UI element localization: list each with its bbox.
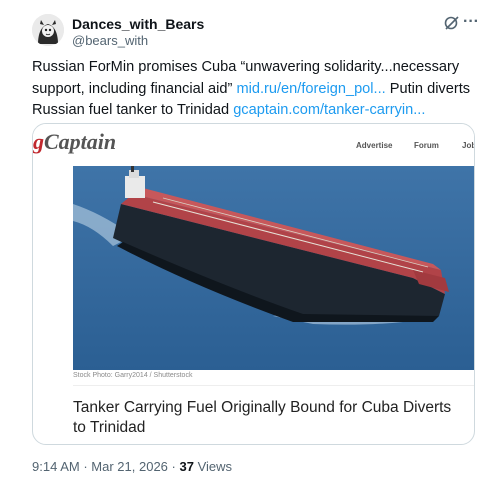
display-name[interactable]: Dances_with_Bears (72, 16, 204, 32)
site-header: gCaptain Advertise Forum Jobs (33, 124, 474, 166)
tweet-text: Russian ForMin promises Cuba “unwavering… (32, 57, 472, 122)
tweet-time[interactable]: 9:14 AM (32, 459, 80, 474)
photo-credit: Stock Photo: Garry2014 / Shutterstock (73, 372, 193, 379)
tanker-photo (73, 166, 474, 370)
tweet-date[interactable]: Mar 21, 2026 (91, 459, 168, 474)
more-icon[interactable]: ··· (463, 13, 479, 31)
tweet-link-gcaptain[interactable]: gcaptain.com/tanker-carryin... (233, 102, 425, 118)
nav-forum: Forum (414, 141, 439, 150)
link-preview-card[interactable]: gCaptain Advertise Forum Jobs Sto (32, 123, 475, 445)
nav-advertise: Advertise (356, 141, 393, 150)
gcaptain-logo: gCaptain (33, 129, 117, 154)
grok-icon[interactable] (443, 14, 461, 32)
tweet-link-mid[interactable]: mid.ru/en/foreign_pol... (236, 81, 385, 97)
nav-jobs: Jobs (462, 141, 474, 150)
views-count: 37 (179, 459, 194, 474)
handle[interactable]: @bears_with (72, 33, 148, 48)
tweet-meta: 9:14 AM · Mar 21, 2026 · 37 Views (32, 459, 233, 474)
avatar[interactable] (32, 14, 64, 46)
card-divider (73, 385, 474, 386)
views-label: Views (197, 459, 233, 474)
article-headline[interactable]: Tanker Carrying Fuel Originally Bound fo… (73, 398, 468, 438)
